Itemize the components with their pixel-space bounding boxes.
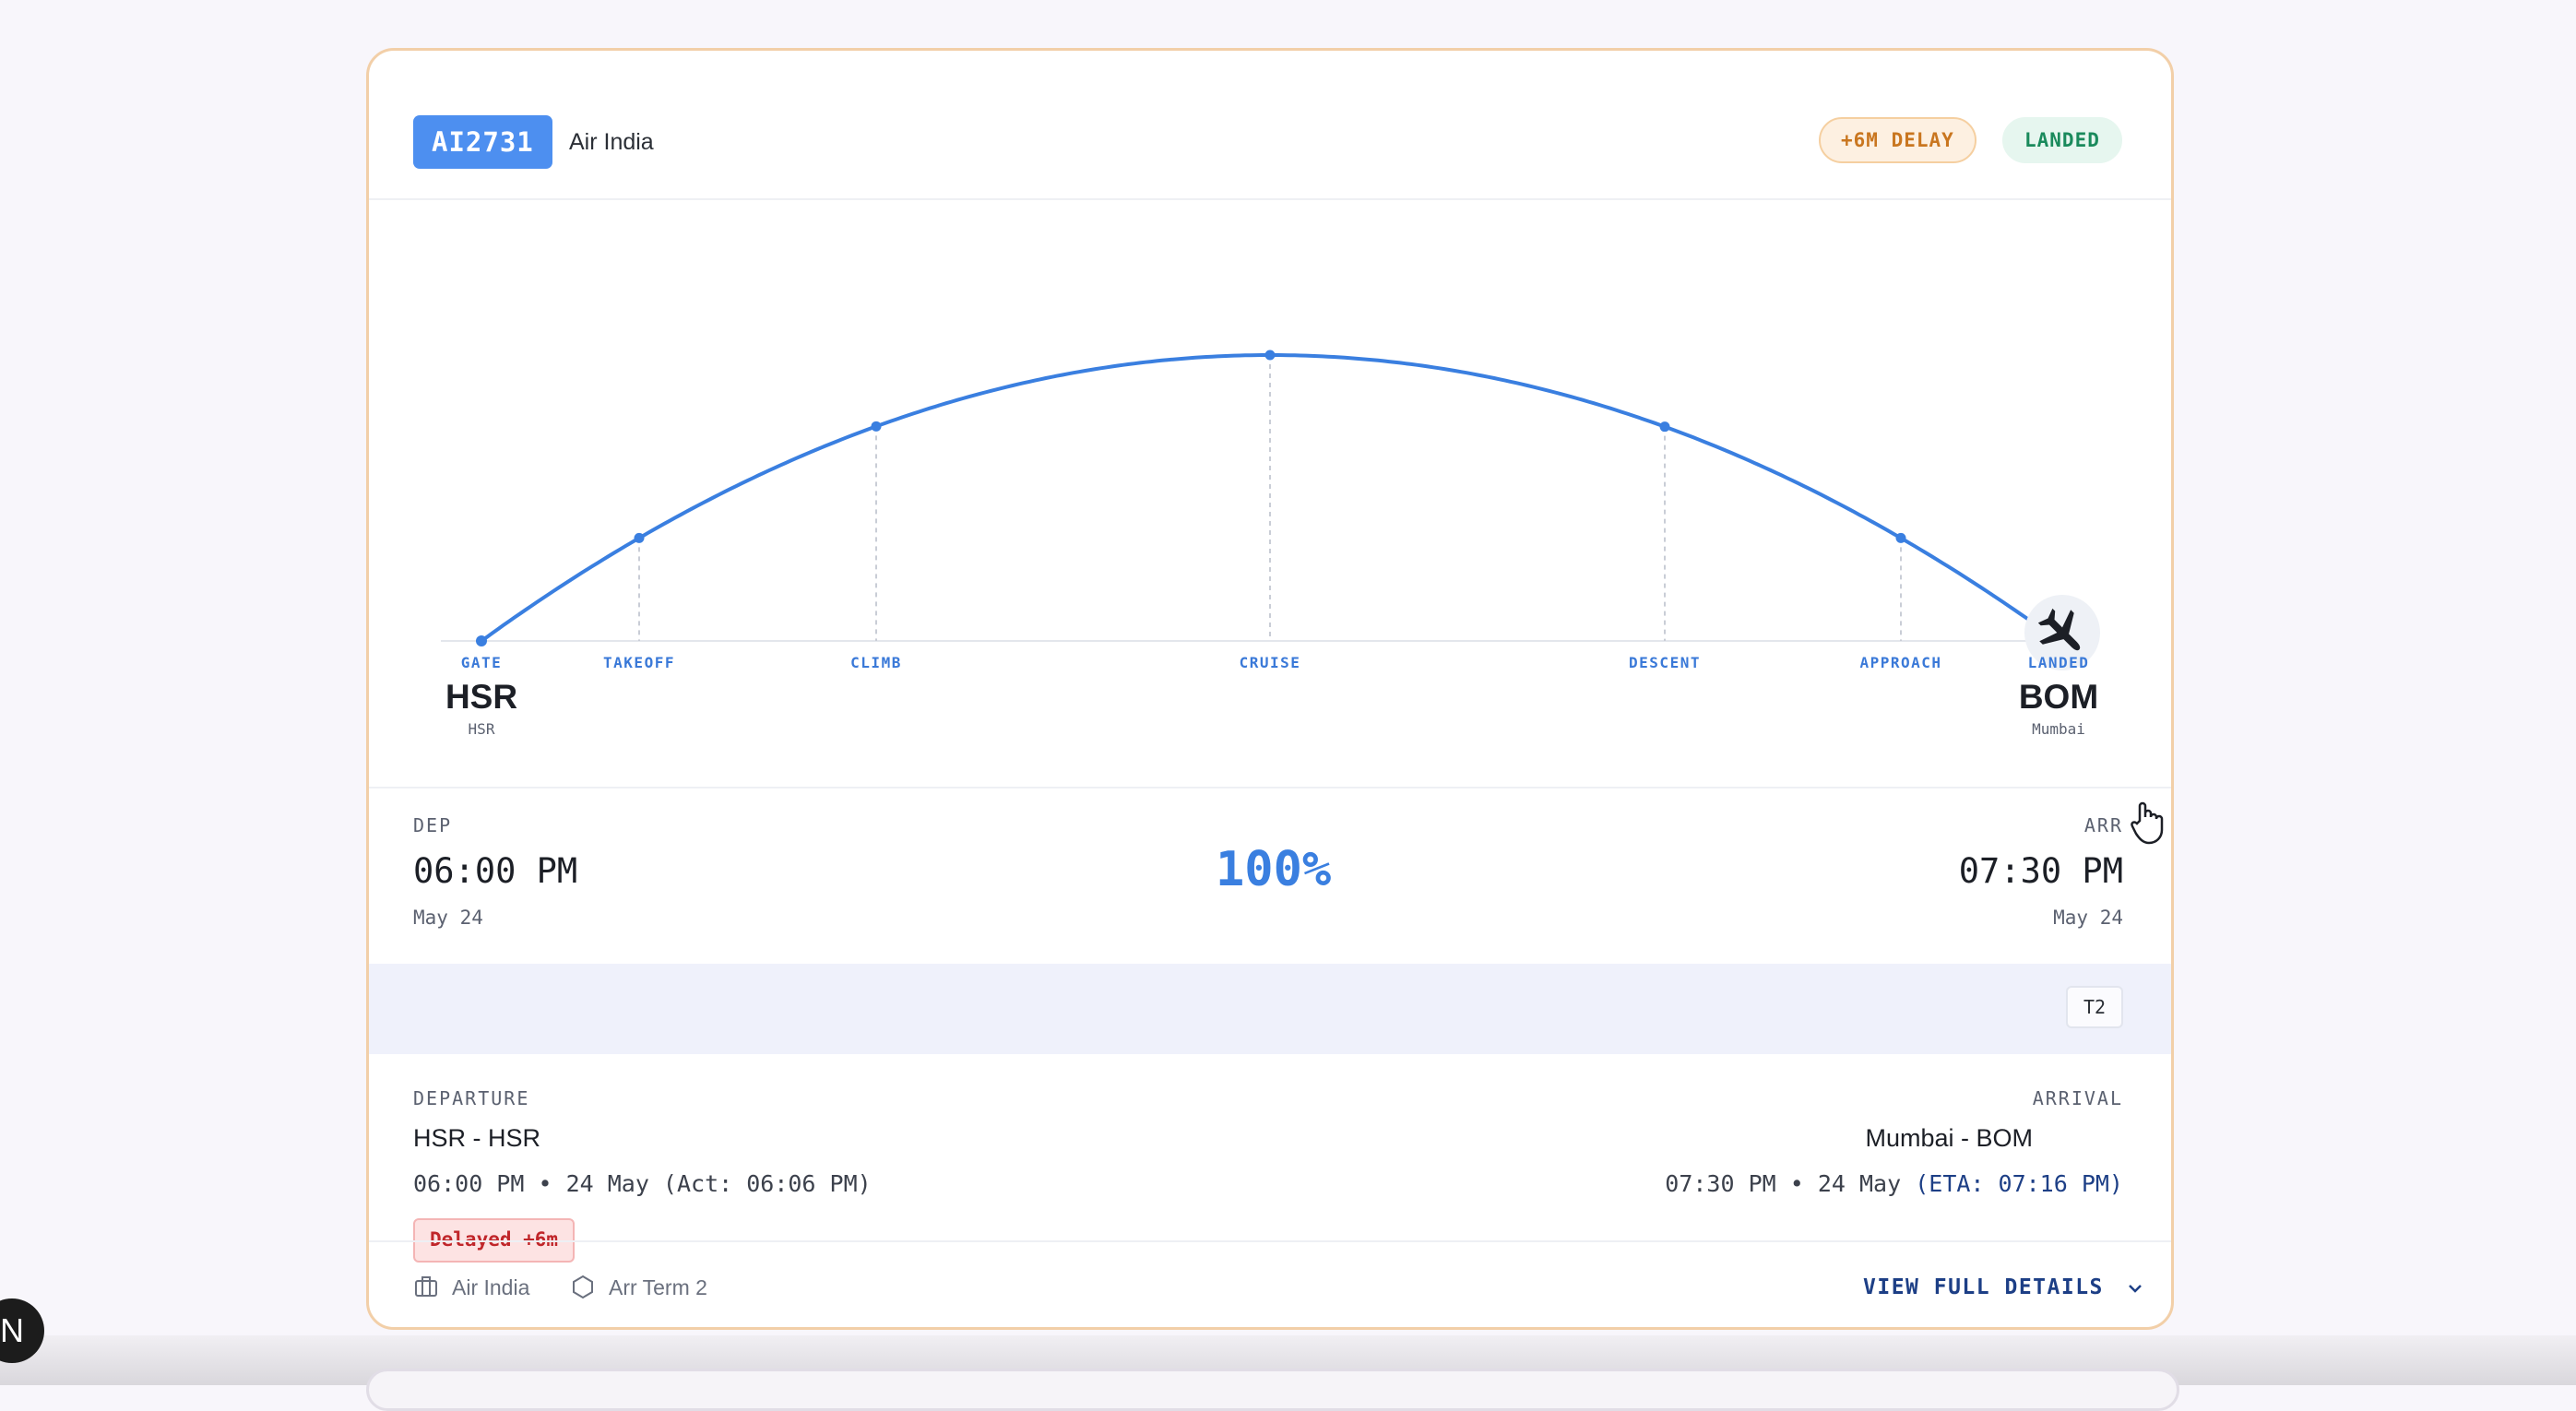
dep-time: 06:00 PM bbox=[413, 851, 578, 891]
arr-time: 07:30 PM bbox=[1958, 851, 2123, 891]
dep-label: DEP bbox=[413, 814, 453, 836]
arrival-label: ARRIVAL bbox=[2032, 1087, 2123, 1109]
dep-date: May 24 bbox=[413, 907, 483, 929]
departure-label: DEPARTURE bbox=[413, 1087, 530, 1109]
terminal-hexagon-icon bbox=[573, 1275, 593, 1299]
waypoint-approach bbox=[1895, 532, 1906, 543]
phase-cruise: CRUISE bbox=[1239, 654, 1301, 671]
terminal-chip: T2 bbox=[2066, 986, 2123, 1028]
chevron-down-icon[interactable] bbox=[2125, 1278, 2145, 1298]
destination-city: Mumbai bbox=[2032, 720, 2085, 738]
phase-gate: GATE bbox=[460, 654, 503, 671]
schedule-row: DEP 06:00 PM May 24 100% ARR 07:30 PM Ma… bbox=[369, 787, 2171, 966]
arrival-time-line: 07:30 PM • 24 May (ETA: 07:16 PM) bbox=[1665, 1170, 2123, 1197]
airline-name: Air India bbox=[569, 129, 654, 155]
arrival-time: 07:30 PM • 24 May bbox=[1665, 1170, 1916, 1197]
flight-number-badge: AI2731 bbox=[413, 115, 552, 169]
departure-time: 06:00 PM • 24 May (Act: 06:06 PM) bbox=[413, 1170, 872, 1197]
flight-header: AI2731 Air India +6M DELAY LANDED bbox=[369, 51, 2171, 200]
flight-path-svg bbox=[441, 350, 2071, 646]
arrival-route: Mumbai - BOM bbox=[1865, 1124, 2033, 1152]
departure-route: HSR - HSR bbox=[413, 1124, 541, 1152]
terminal-band: T2 bbox=[369, 964, 2171, 1054]
arrival-eta: (ETA: 07:16 PM) bbox=[1915, 1170, 2123, 1197]
waypoint-takeoff bbox=[634, 532, 645, 543]
phase-descent: DESCENT bbox=[1629, 654, 1701, 671]
phase-takeoff: TAKEOFF bbox=[603, 654, 675, 671]
view-full-details-label[interactable]: VIEW FULL DETAILS bbox=[1863, 1275, 2104, 1299]
view-full-details-button[interactable]: VIEW FULL DETAILS bbox=[1863, 1275, 2145, 1299]
phase-landed: LANDED bbox=[2027, 654, 2090, 671]
next-flight-card bbox=[366, 1369, 2179, 1411]
waypoint-cruise bbox=[1264, 350, 1276, 361]
status-badge: LANDED bbox=[2002, 117, 2122, 163]
waypoint-gate bbox=[476, 635, 487, 646]
phase-climb: CLIMB bbox=[850, 654, 902, 671]
origin-city: HSR bbox=[468, 720, 495, 738]
progress-percent: 100% bbox=[1216, 842, 1332, 897]
delay-badge: +6M DELAY bbox=[1819, 117, 1977, 163]
footer-terminal: Arr Term 2 bbox=[609, 1275, 707, 1299]
briefcase-icon bbox=[415, 1276, 437, 1297]
destination-code: BOM bbox=[2018, 678, 2099, 716]
arr-label: ARR bbox=[2083, 814, 2123, 836]
flight-card: AI2731 Air India +6M DELAY LANDED GATE T… bbox=[366, 48, 2174, 1330]
hand-cursor-icon bbox=[2131, 801, 2164, 845]
flight-path-chart: GATE TAKEOFF CLIMB CRUISE DESCENT APPROA… bbox=[369, 200, 2171, 787]
card-footer: Air India Arr Term 2 VIEW FULL DETAILS bbox=[369, 1240, 2171, 1327]
arr-date: May 24 bbox=[2053, 907, 2123, 929]
origin-code: HSR bbox=[445, 678, 518, 716]
footer-airline: Air India bbox=[452, 1275, 530, 1299]
phase-approach: APPROACH bbox=[1859, 654, 1942, 671]
waypoint-climb bbox=[871, 421, 882, 432]
waypoint-descent bbox=[1659, 421, 1670, 433]
